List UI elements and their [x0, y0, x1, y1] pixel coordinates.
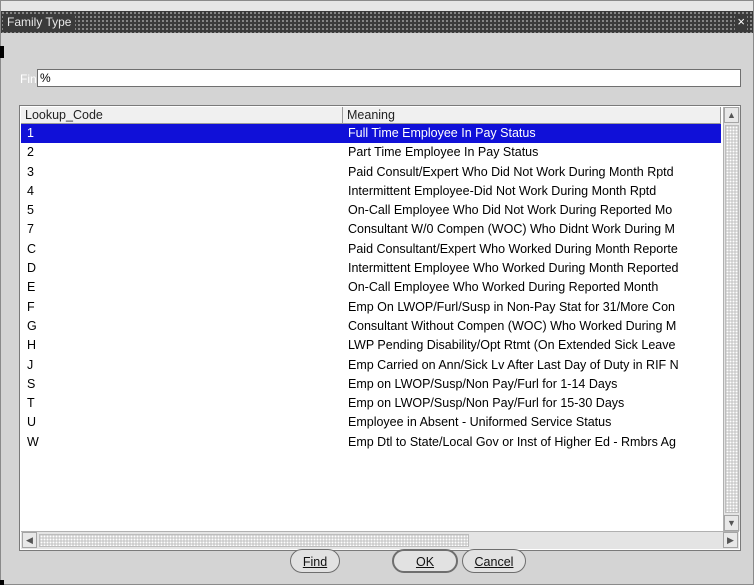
table-row[interactable]: E On-Call Employee Who Worked During Repo… — [21, 278, 721, 297]
column-header-lookup-code[interactable]: Lookup_Code — [21, 107, 343, 123]
lookup-code-cell: W — [27, 434, 39, 449]
lookup-code-cell: G — [27, 318, 37, 333]
lookup-code-cell: 3 — [27, 164, 34, 179]
meaning-cell: On-Call Employee Who Did Not Work During… — [348, 203, 673, 218]
chevron-left-icon[interactable]: ◀ — [22, 532, 37, 548]
vertical-scroll-thumb[interactable] — [725, 125, 739, 513]
table-row[interactable]: 1 Full Time Employee In Pay Status — [21, 124, 721, 144]
meaning-cell: Emp on LWOP/Susp/Non Pay/Furl for 1-14 D… — [348, 376, 618, 391]
table-row[interactable]: S Emp on LWOP/Susp/Non Pay/Furl for 1-14 … — [21, 375, 721, 394]
table-row[interactable]: 3 Paid Consult/Expert Who Did Not Work Du… — [21, 163, 721, 182]
meaning-cell: Emp Carried on Ann/Sick Lv After Last Da… — [348, 357, 679, 372]
table-row[interactable]: G Consultant Without Compen (WOC) Who Wor… — [21, 317, 721, 336]
meaning-cell: Emp On LWOP/Furl/Susp in Non-Pay Stat fo… — [348, 299, 675, 314]
cancel-button-label: Cancel — [474, 555, 514, 569]
table-row[interactable]: C Paid Consultant/Expert Who Worked Durin… — [21, 240, 721, 259]
table-body: 1 Full Time Employee In Pay Status 2 Part T… — [21, 124, 721, 452]
find-input[interactable] — [37, 69, 741, 87]
cancel-button[interactable]: Cancel — [462, 549, 526, 573]
meaning-cell: LWP Pending Disability/Opt Rtmt (On Exte… — [348, 338, 676, 353]
table-row[interactable]: W Emp Dtl to State/Local Gov or Inst of H… — [21, 433, 721, 452]
table-row[interactable]: 2 Part Time Employee In Pay Status — [21, 143, 721, 162]
lookup-list: Lookup_Code Meaning 1 Full Time Employee … — [19, 105, 741, 551]
meaning-cell: Intermittent Employee Who Worked During … — [348, 261, 679, 276]
edge-mark — [0, 46, 4, 58]
table-row[interactable]: F Emp On LWOP/Furl/Susp in Non-Pay Stat f… — [21, 298, 721, 317]
chevron-up-icon[interactable]: ▲ — [724, 107, 739, 123]
meaning-cell: Emp on LWOP/Susp/Non Pay/Furl for 15-30 … — [348, 396, 625, 411]
horizontal-scroll-thumb[interactable] — [39, 534, 469, 547]
find-button[interactable]: Find — [290, 549, 340, 573]
edge-mark — [0, 580, 4, 585]
lookup-code-cell: F — [27, 299, 35, 314]
window-top-strip — [1, 1, 753, 11]
meaning-cell: On-Call Employee Who Worked During Repor… — [348, 280, 659, 295]
meaning-cell: Paid Consultant/Expert Who Worked During… — [348, 241, 678, 256]
vertical-scrollbar[interactable]: ▲ ▼ — [723, 107, 740, 531]
table-row[interactable]: 5 On-Call Employee Who Did Not Work Durin… — [21, 201, 721, 220]
lookup-code-cell: 7 — [27, 222, 34, 237]
lookup-code-cell: 1 — [27, 126, 34, 140]
lookup-code-cell: J — [27, 357, 34, 372]
table-row[interactable]: 4 Intermittent Employee-Did Not Work Duri… — [21, 182, 721, 201]
table-row[interactable]: 7 Consultant W/0 Compen (WOC) Who Didnt W… — [21, 220, 721, 239]
lookup-code-cell: 2 — [27, 145, 34, 160]
close-icon[interactable]: × — [735, 14, 747, 30]
table-row[interactable]: T Emp on LWOP/Susp/Non Pay/Furl for 15-30… — [21, 394, 721, 413]
lookup-code-cell: 4 — [27, 183, 34, 198]
meaning-cell: Intermittent Employee-Did Not Work Durin… — [348, 183, 657, 198]
find-button-label: Find — [302, 555, 328, 569]
table-header: Lookup_Code Meaning — [21, 107, 721, 124]
table-row[interactable]: U Employee in Absent - Uniformed Service … — [21, 413, 721, 432]
lookup-code-cell: D — [27, 261, 37, 276]
title-bar[interactable]: Family Type × — [1, 11, 753, 33]
horizontal-scrollbar[interactable]: ◀ ▶ — [21, 531, 739, 549]
lookup-code-cell: T — [27, 396, 35, 411]
ok-button[interactable]: OK — [392, 549, 458, 573]
table-row[interactable]: J Emp Carried on Ann/Sick Lv After Last D… — [21, 356, 721, 375]
meaning-cell: Full Time Employee In Pay Status — [348, 126, 536, 140]
lookup-code-cell: E — [27, 280, 36, 295]
meaning-cell: Consultant W/0 Compen (WOC) Who Didnt Wo… — [348, 222, 675, 237]
lookup-code-cell: C — [27, 241, 37, 256]
lookup-code-cell: U — [27, 415, 37, 430]
lookup-code-cell: H — [27, 338, 37, 353]
meaning-cell: Consultant Without Compen (WOC) Who Work… — [348, 318, 677, 333]
ok-button-label: OK — [415, 555, 435, 569]
column-header-meaning[interactable]: Meaning — [343, 107, 721, 123]
meaning-cell: Paid Consult/Expert Who Did Not Work Dur… — [348, 164, 674, 179]
lookup-code-cell: S — [27, 376, 36, 391]
meaning-cell: Employee in Absent - Uniformed Service S… — [348, 415, 612, 430]
meaning-cell: Part Time Employee In Pay Status — [348, 145, 539, 160]
lookup-grid: Lookup_Code Meaning 1 Full Time Employee … — [21, 107, 721, 531]
family-type-dialog: Family Type × Find Lookup_Code Meaning 1… — [0, 0, 754, 585]
chevron-right-icon[interactable]: ▶ — [723, 532, 738, 548]
window-title: Family Type — [3, 14, 76, 30]
table-row[interactable]: D Intermittent Employee Who Worked During… — [21, 259, 721, 278]
meaning-cell: Emp Dtl to State/Local Gov or Inst of Hi… — [348, 434, 676, 449]
table-row[interactable]: H LWP Pending Disability/Opt Rtmt (On Ext… — [21, 336, 721, 355]
lookup-code-cell: 5 — [27, 203, 34, 218]
chevron-down-icon[interactable]: ▼ — [724, 515, 739, 531]
